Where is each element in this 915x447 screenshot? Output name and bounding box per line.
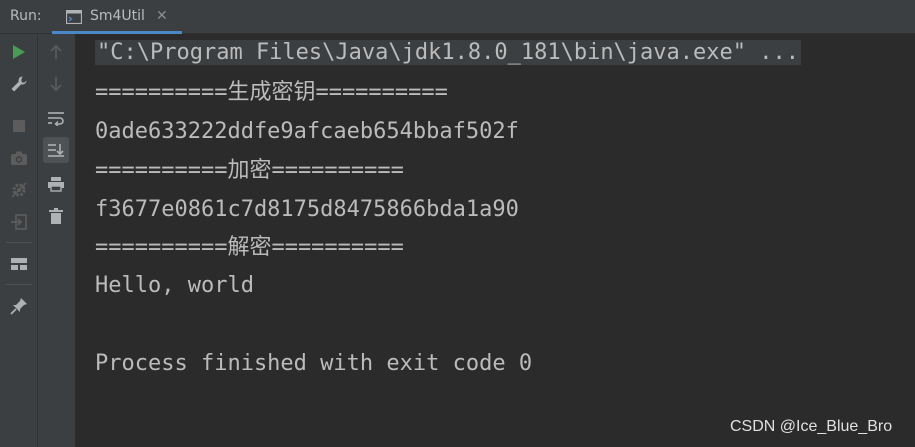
console-line: ==========解密========== <box>95 235 404 260</box>
trash-icon[interactable] <box>43 203 69 229</box>
console-line: f3677e0861c7d8175d8475866bda1a90 <box>95 197 519 222</box>
run-tab-bar: Run: Sm4Util ✕ <box>0 0 915 34</box>
console-icon <box>65 9 83 25</box>
print-icon[interactable] <box>43 171 69 197</box>
close-icon[interactable]: ✕ <box>156 8 168 24</box>
run-toolbar <box>0 34 38 447</box>
toolbar-separator <box>6 242 32 243</box>
layout-icon[interactable] <box>6 251 32 277</box>
command-line-text: "C:\Program Files\Java\jdk1.8.0_181\bin\… <box>95 40 801 65</box>
arrow-down-icon[interactable] <box>43 71 69 97</box>
console-line-command: "C:\Program Files\Java\jdk1.8.0_181\bin\… <box>95 38 801 68</box>
tab-title: Sm4Util <box>90 8 145 24</box>
watermark: CSDN @Ice_Blue_Bro <box>730 418 893 435</box>
toolbar-separator <box>6 284 32 285</box>
wrench-icon[interactable] <box>6 71 32 97</box>
scroll-to-end-icon[interactable] <box>43 137 69 163</box>
console-line: Hello, world <box>95 273 254 298</box>
rerun-icon[interactable] <box>6 39 32 65</box>
soft-wrap-icon[interactable] <box>43 105 69 131</box>
console-line: ==========加密========== <box>95 158 404 183</box>
console-line: 0ade633222ddfe9afcaeb654bbaf502f <box>95 119 519 144</box>
pin-icon[interactable] <box>6 293 32 319</box>
console-line: ==========生成密钥========== <box>95 80 448 105</box>
exit-icon[interactable] <box>6 209 32 235</box>
console-toolbar <box>38 34 75 447</box>
run-tool-window: Run: Sm4Util ✕ "C:\Program Files\Java\jd… <box>0 0 915 447</box>
arrow-up-icon[interactable] <box>43 39 69 65</box>
run-label: Run: <box>10 8 42 24</box>
settings-gear-icon[interactable] <box>6 177 32 203</box>
camera-icon[interactable] <box>6 145 32 171</box>
tab-sm4util[interactable]: Sm4Util ✕ <box>52 0 182 34</box>
console-line-exit: Process finished with exit code 0 <box>95 351 533 376</box>
stop-icon[interactable] <box>6 113 32 139</box>
console-output[interactable]: "C:\Program Files\Java\jdk1.8.0_181\bin\… <box>75 34 915 447</box>
